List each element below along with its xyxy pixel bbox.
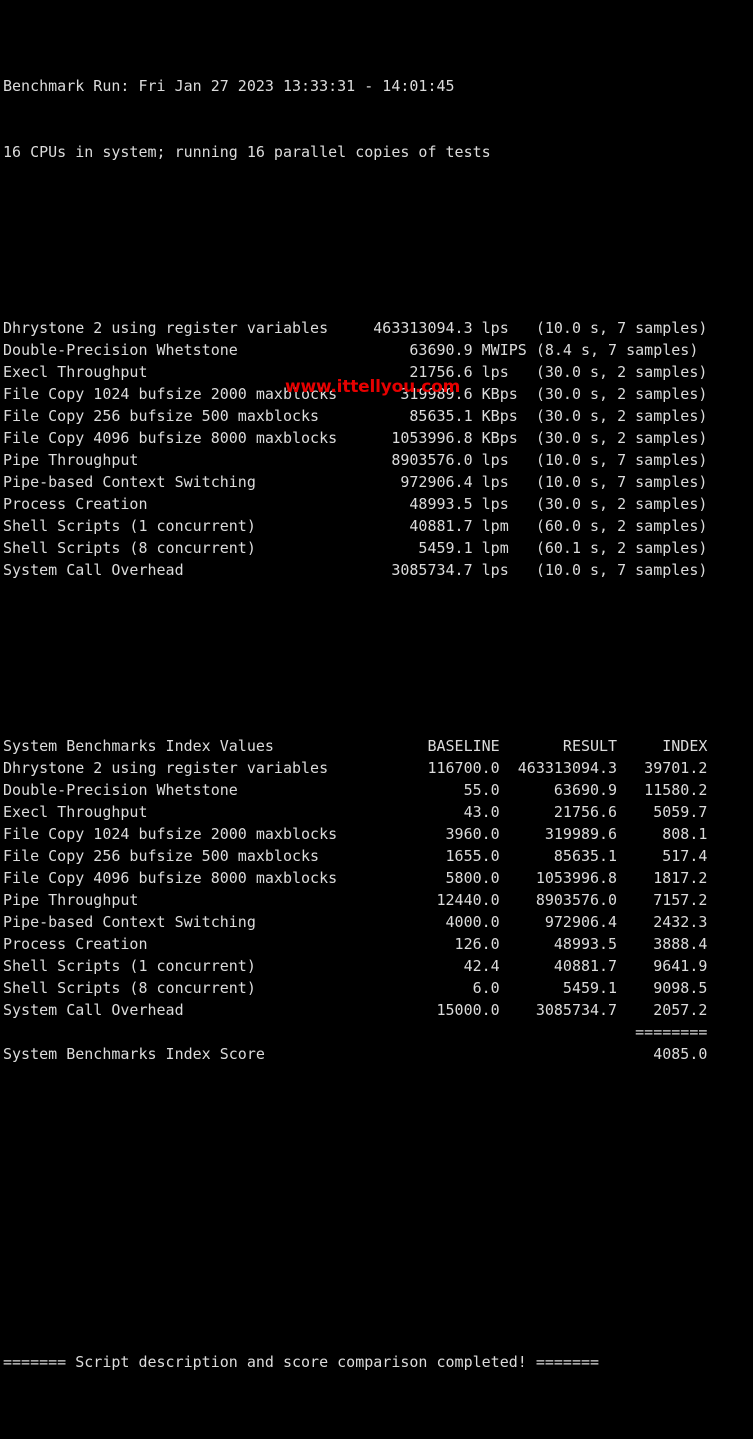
raw-result-row: Execl Throughput 21756.6 lps (30.0 s, 2 … [3,363,708,381]
raw-result-row: Pipe Throughput 8903576.0 lps (10.0 s, 7… [3,451,708,469]
raw-result-row: Shell Scripts (8 concurrent) 5459.1 lpm … [3,539,708,557]
raw-results-block: Dhrystone 2 using register variables 463… [3,317,753,581]
raw-result-row: Pipe-based Context Switching 972906.4 lp… [3,473,708,491]
index-value-row: File Copy 256 bufsize 500 maxblocks 1655… [3,847,708,865]
raw-result-row: Process Creation 48993.5 lps (30.0 s, 2 … [3,495,708,513]
raw-result-row: Dhrystone 2 using register variables 463… [3,319,708,337]
index-value-row: File Copy 4096 bufsize 8000 maxblocks 58… [3,869,708,887]
raw-result-row: Shell Scripts (1 concurrent) 40881.7 lpm… [3,517,708,535]
index-value-row: Dhrystone 2 using register variables 116… [3,759,708,777]
cpu-info-line: 16 CPUs in system; running 16 parallel c… [3,143,491,161]
raw-result-row: File Copy 1024 bufsize 2000 maxblocks 31… [3,385,708,403]
raw-result-row: File Copy 256 bufsize 500 maxblocks 8563… [3,407,708,425]
index-value-row: System Call Overhead 15000.0 3085734.7 2… [3,1001,708,1019]
raw-result-row: Double-Precision Whetstone 63690.9 MWIPS… [3,341,699,359]
index-value-row: Execl Throughput 43.0 21756.6 5059.7 [3,803,708,821]
index-columns-header: System Benchmarks Index Values BASELINE … [3,737,708,755]
benchmark-run-line: Benchmark Run: Fri Jan 27 2023 13:33:31 … [3,77,455,95]
index-value-row: Shell Scripts (8 concurrent) 6.0 5459.1 … [3,979,708,997]
raw-result-row: File Copy 4096 bufsize 8000 maxblocks 10… [3,429,708,447]
footer-completion-line: ======= Script description and score com… [3,1353,600,1371]
index-value-row: File Copy 1024 bufsize 2000 maxblocks 39… [3,825,708,843]
index-value-row: Pipe Throughput 12440.0 8903576.0 7157.2 [3,891,708,909]
terminal-output: Benchmark Run: Fri Jan 27 2023 13:33:31 … [0,0,753,1371]
index-value-row: Double-Precision Whetstone 55.0 63690.9 … [3,781,708,799]
index-value-row: Pipe-based Context Switching 4000.0 9729… [3,913,708,931]
index-values-block: System Benchmarks Index Values BASELINE … [3,735,753,1065]
index-value-row: Process Creation 126.0 48993.5 3888.4 [3,935,708,953]
raw-result-row: System Call Overhead 3085734.7 lps (10.0… [3,561,708,579]
index-score-row: System Benchmarks Index Score 4085.0 [3,1045,708,1063]
index-value-row: Shell Scripts (1 concurrent) 42.4 40881.… [3,957,708,975]
index-separator: ======== [3,1023,708,1041]
